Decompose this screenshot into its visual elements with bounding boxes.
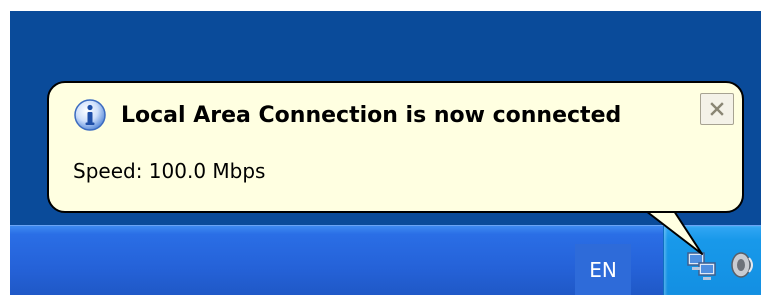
info-icon (74, 99, 106, 131)
notification-title: Local Area Connection is now connected (121, 102, 622, 128)
notification-balloon[interactable]: Local Area Connection is now connected S… (47, 81, 744, 213)
network-connected-icon[interactable] (686, 251, 718, 281)
volume-icon[interactable] (729, 248, 759, 282)
taskbar: EN (10, 225, 761, 295)
notification-header: Local Area Connection is now connected (73, 95, 621, 135)
language-indicator[interactable]: EN (575, 244, 631, 295)
system-tray (663, 226, 761, 295)
notification-body: Speed: 100.0 Mbps (73, 159, 266, 183)
screen: EN Local Area Connection is now connecte… (10, 11, 761, 295)
close-button[interactable] (700, 93, 734, 125)
close-icon (710, 102, 724, 116)
